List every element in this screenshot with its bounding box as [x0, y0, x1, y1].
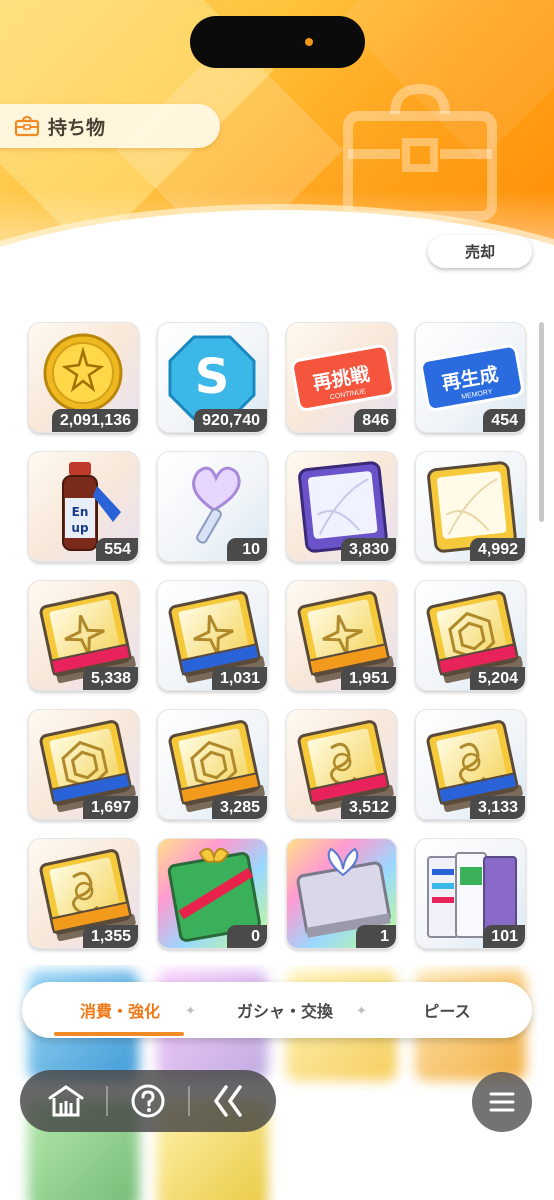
svg-text:En: En: [72, 505, 89, 519]
home-button[interactable]: [26, 1070, 106, 1132]
item-tile-sparkle-book-blue[interactable]: 1,031: [157, 580, 268, 691]
page-title: 持ち物: [0, 104, 220, 148]
item-tile-sparkle-book-pink[interactable]: 5,338: [28, 580, 139, 691]
category-tabbar: 消費・強化 ✦ ガシャ・交換 ✦ ピース: [22, 982, 532, 1038]
svg-text:up: up: [71, 521, 89, 535]
help-button[interactable]: [108, 1070, 188, 1132]
tab-separator-icon: ✦: [185, 1004, 196, 1019]
item-tile-hex-book-pink[interactable]: 5,204: [415, 580, 526, 691]
item-tile-sparkle-book-orange[interactable]: 1,951: [286, 580, 397, 691]
svg-text:S: S: [195, 349, 230, 405]
item-count: 3,830: [340, 538, 396, 561]
back-icon: [213, 1085, 242, 1117]
item-tile-s-coin[interactable]: S 920,740: [157, 322, 268, 433]
item-count: 101: [483, 925, 525, 948]
item-tile-energy-drink[interactable]: En up 554: [28, 451, 139, 562]
sell-button[interactable]: 売却: [428, 235, 532, 268]
item-count: 846: [354, 409, 396, 432]
item-count: 554: [96, 538, 138, 561]
tab-pieces[interactable]: ピース: [382, 982, 512, 1038]
item-count: 920,740: [194, 409, 267, 432]
bottom-nav: [20, 1070, 276, 1132]
tab-consume-enhance[interactable]: 消費・強化: [40, 982, 200, 1038]
item-count: 10: [227, 538, 267, 561]
item-tile-loop-book-orange[interactable]: 1,355: [28, 838, 139, 949]
item-count: 2,091,136: [51, 409, 138, 432]
item-tile-purple-book[interactable]: 3,830: [286, 451, 397, 562]
item-count: 1,355: [82, 925, 138, 948]
item-count: 4,992: [469, 538, 525, 561]
item-count: 3,285: [211, 796, 267, 819]
item-count: 3,512: [340, 796, 396, 819]
menu-button[interactable]: [472, 1072, 532, 1132]
home-icon: [48, 1085, 84, 1117]
item-tile-ribbon-book[interactable]: 1: [286, 838, 397, 949]
item-tile-loop-book-pink[interactable]: 3,512: [286, 709, 397, 820]
page-title-text: 持ち物: [48, 116, 106, 139]
item-count: 5,338: [82, 667, 138, 690]
item-tile-loop-book-blue[interactable]: 3,133: [415, 709, 526, 820]
item-tile-gold-coin[interactable]: 2,091,136: [28, 322, 139, 433]
item-count: 3,133: [469, 796, 525, 819]
device-notch: [190, 16, 365, 68]
item-count: 1: [356, 925, 396, 948]
scrollbar[interactable]: [539, 322, 544, 522]
item-tile-regen-ticket[interactable]: 再生成 MEMORY 454: [415, 322, 526, 433]
help-icon: [131, 1084, 165, 1118]
item-tile-retry-ticket[interactable]: 再挑戦 CONTINUE 846: [286, 322, 397, 433]
item-tile-hex-book-orange[interactable]: 3,285: [157, 709, 268, 820]
tab-gacha-exchange[interactable]: ガシャ・交換: [210, 982, 360, 1038]
active-tab-indicator: [54, 1032, 184, 1036]
item-tile-gift-book[interactable]: 0: [157, 838, 268, 949]
item-count: 454: [483, 409, 525, 432]
item-count: 0: [227, 925, 267, 948]
item-tile-heart-key[interactable]: 10: [157, 451, 268, 562]
item-count: 1,697: [82, 796, 138, 819]
item-count: 1,031: [211, 667, 267, 690]
item-tile-book-set[interactable]: 101: [415, 838, 526, 949]
item-tile-hex-book-blue[interactable]: 1,697: [28, 709, 139, 820]
menu-icon: [489, 1092, 515, 1112]
item-count: 5,204: [469, 667, 525, 690]
tab-separator-icon: ✦: [356, 1004, 367, 1019]
bag-icon: [14, 115, 40, 137]
item-tile-yellow-book[interactable]: 4,992: [415, 451, 526, 562]
back-button[interactable]: [190, 1070, 270, 1132]
item-count: 1,951: [340, 667, 396, 690]
